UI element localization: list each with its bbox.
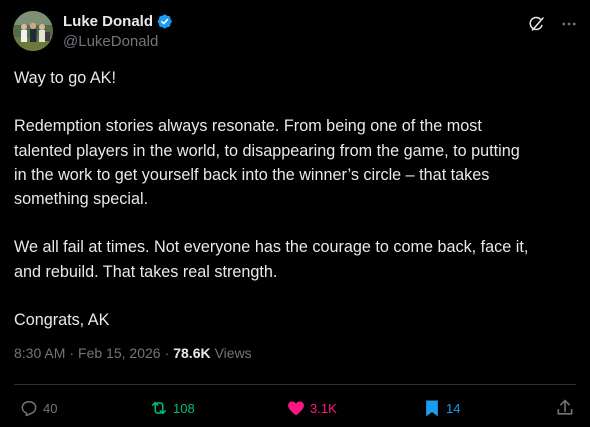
tweet-header: Luke Donald @LukeDonald <box>13 11 578 53</box>
tweet-text-line: and rebuild. That takes real strength. <box>14 262 278 281</box>
tweet-text: Way to go AK! Redemption stories always r… <box>14 66 574 332</box>
grok-icon[interactable] <box>528 15 546 33</box>
verified-badge-icon[interactable] <box>156 13 173 30</box>
share-button[interactable] <box>555 398 575 418</box>
bookmark-button[interactable]: 14 <box>422 398 460 418</box>
meta-separator: · <box>69 345 75 361</box>
meta-separator: · <box>164 345 170 361</box>
header-actions <box>528 15 578 33</box>
action-bar: 40 108 3.1K 14 <box>19 398 576 420</box>
tweet-meta: 8:30 AM · Feb 15, 2026 · 78.6K Views <box>14 345 252 361</box>
tweet-date[interactable]: Feb 15, 2026 <box>78 345 161 361</box>
like-icon <box>288 401 304 416</box>
bookmark-icon <box>426 400 438 417</box>
tweet-text-line: Congrats, AK <box>14 310 110 329</box>
bookmark-count: 14 <box>446 400 461 416</box>
views-count: 78.6K <box>173 345 211 361</box>
repost-count: 108 <box>173 400 195 416</box>
views-label: Views <box>214 345 252 361</box>
author-info: Luke Donald @LukeDonald <box>63 12 173 50</box>
avatar[interactable] <box>13 11 53 51</box>
divider <box>14 384 576 385</box>
like-count: 3.1K <box>310 400 337 416</box>
share-icon <box>557 399 573 415</box>
like-button[interactable]: 3.1K <box>286 398 337 418</box>
more-icon[interactable] <box>560 15 578 33</box>
reply-icon <box>21 401 37 417</box>
tweet-text-line: Way to go AK! <box>14 69 116 87</box>
tweet-text-line: something special. <box>14 190 149 208</box>
reply-button[interactable]: 40 <box>19 398 57 418</box>
tweet-text-line: We all fail at times. Not everyone has t… <box>14 238 529 257</box>
handle[interactable]: @LukeDonald <box>63 33 173 50</box>
repost-icon <box>151 401 167 415</box>
tweet-time[interactable]: 8:30 AM <box>14 345 65 361</box>
tweet-text-line: talented players in the world, to disapp… <box>14 141 520 160</box>
tweet-text-line: in the work to get yourself back into th… <box>14 165 490 184</box>
reply-count: 40 <box>43 400 58 416</box>
tweet-text-line: Redemption stories always resonate. From… <box>14 117 482 136</box>
repost-button[interactable]: 108 <box>149 398 195 418</box>
display-name[interactable]: Luke Donald <box>63 13 153 30</box>
